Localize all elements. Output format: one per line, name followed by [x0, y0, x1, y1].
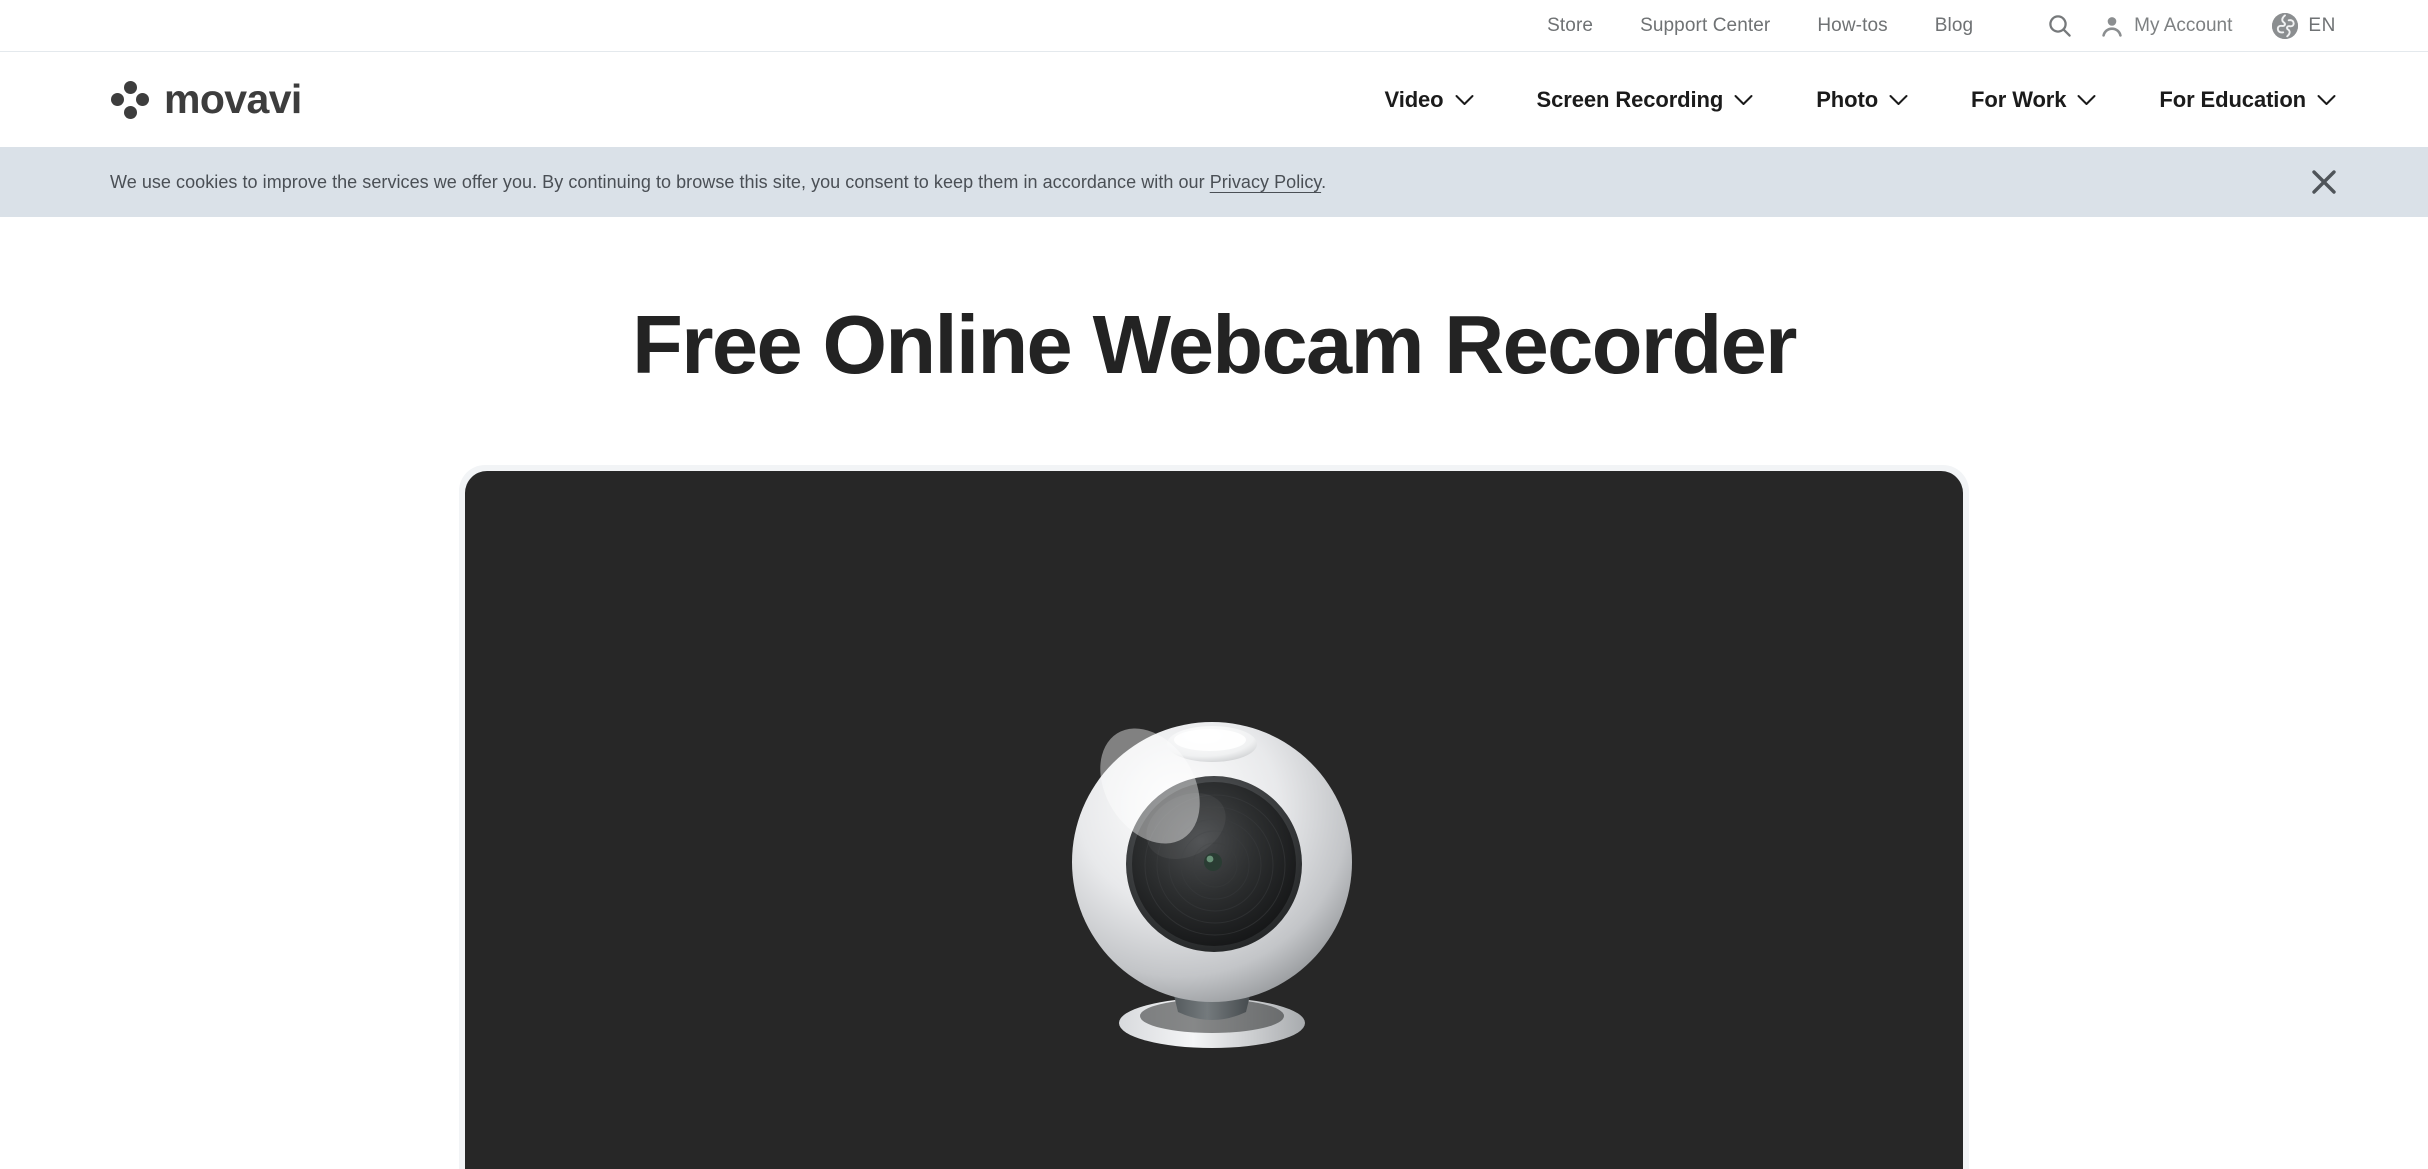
cookie-text-before: We use cookies to improve the services w…: [110, 171, 1210, 192]
video-preview-panel[interactable]: [465, 471, 1963, 1169]
video-panel-frame: [459, 465, 1969, 1169]
user-icon: [2099, 13, 2125, 39]
language-label: EN: [2308, 14, 2336, 36]
nav-item-photo[interactable]: Photo: [1816, 87, 1908, 113]
top-utility-bar: Store Support Center How-tos Blog My Acc…: [0, 0, 2428, 52]
main-navigation: Video Screen Recording Photo For Work Fo: [1385, 87, 2336, 113]
nav-item-screen-recording[interactable]: Screen Recording: [1537, 87, 1754, 113]
movavi-dots-logo-icon: [110, 80, 150, 120]
cookie-text-after: .: [1321, 171, 1327, 192]
chevron-down-icon: [1455, 94, 1474, 106]
chevron-down-icon: [1889, 94, 1908, 106]
main-header: movavi Video Screen Recording Photo For …: [0, 52, 2428, 147]
top-link-support-center[interactable]: Support Center: [1640, 15, 1770, 37]
nav-item-video[interactable]: Video: [1385, 87, 1474, 113]
chevron-down-icon: [2077, 94, 2096, 106]
nav-item-for-work[interactable]: For Work: [1971, 87, 2096, 113]
search-button[interactable]: [2037, 3, 2083, 49]
top-link-store[interactable]: Store: [1547, 15, 1593, 37]
nav-item-label: For Education: [2159, 86, 2306, 112]
my-account-label: My Account: [2134, 14, 2233, 36]
search-icon: [2047, 13, 2073, 39]
language-switcher[interactable]: EN: [2272, 12, 2336, 39]
globe-icon: [2272, 12, 2299, 39]
top-links: Store Support Center How-tos Blog: [1547, 15, 1973, 37]
webcam-product-photo: [1004, 666, 1424, 1066]
hero-section: Free Online Webcam Recorder: [0, 217, 2428, 386]
cookie-text: We use cookies to improve the services w…: [110, 172, 1326, 193]
logo-wordmark: movavi: [164, 76, 302, 122]
cookie-consent-banner: We use cookies to improve the services w…: [0, 147, 2428, 217]
top-link-blog[interactable]: Blog: [1935, 15, 1973, 37]
cookie-close-button[interactable]: [2302, 160, 2346, 204]
my-account-button[interactable]: My Account: [2099, 13, 2232, 39]
top-tools: My Account EN: [2037, 3, 2336, 49]
nav-item-label: Photo: [1816, 86, 1879, 112]
nav-item-for-education[interactable]: For Education: [2159, 87, 2336, 113]
movavi-logo[interactable]: movavi: [110, 79, 302, 120]
nav-item-label: Screen Recording: [1536, 86, 1724, 112]
nav-item-label: For Work: [1971, 86, 2067, 112]
chevron-down-icon: [2317, 94, 2336, 106]
page-title: Free Online Webcam Recorder: [632, 298, 1797, 391]
close-icon: [2309, 167, 2339, 197]
top-link-how-tos[interactable]: How-tos: [1817, 15, 1887, 37]
chevron-down-icon: [1734, 94, 1753, 106]
nav-item-label: Video: [1384, 86, 1444, 112]
privacy-policy-link[interactable]: Privacy Policy: [1210, 172, 1321, 192]
